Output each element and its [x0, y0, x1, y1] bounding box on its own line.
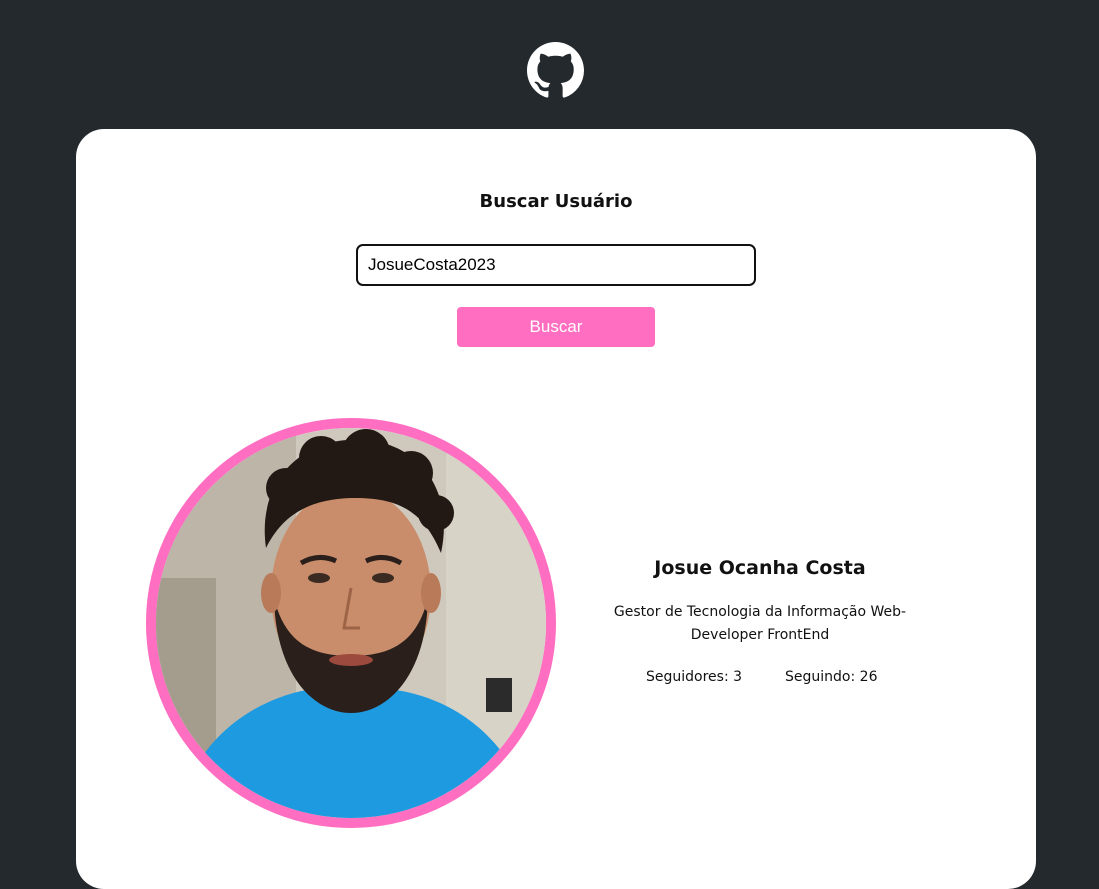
profile-bio-line-1: Gestor de Tecnologia da Informação Web-	[613, 604, 907, 620]
github-logo-icon	[527, 42, 584, 99]
page-title: Buscar Usuário	[479, 191, 633, 212]
profile-bio-line-2: Developer FrontEnd	[690, 627, 830, 643]
followers-stat: Seguidores: 3	[646, 669, 742, 685]
search-button[interactable]: Buscar	[457, 307, 655, 347]
following-stat: Seguindo: 26	[785, 669, 877, 685]
username-search-input[interactable]	[356, 244, 756, 286]
following-label: Seguindo:	[785, 669, 856, 685]
profile-bio: Gestor de Tecnologia da Informação Web- …	[596, 601, 924, 647]
profile-name: Josue Ocanha Costa	[654, 557, 866, 579]
following-count: 26	[859, 669, 878, 685]
followers-label: Seguidores:	[646, 669, 729, 685]
followers-count: 3	[733, 669, 743, 685]
avatar	[146, 418, 556, 828]
avatar-photo	[156, 428, 546, 818]
search-card: Buscar Usuário Buscar	[76, 129, 1036, 889]
